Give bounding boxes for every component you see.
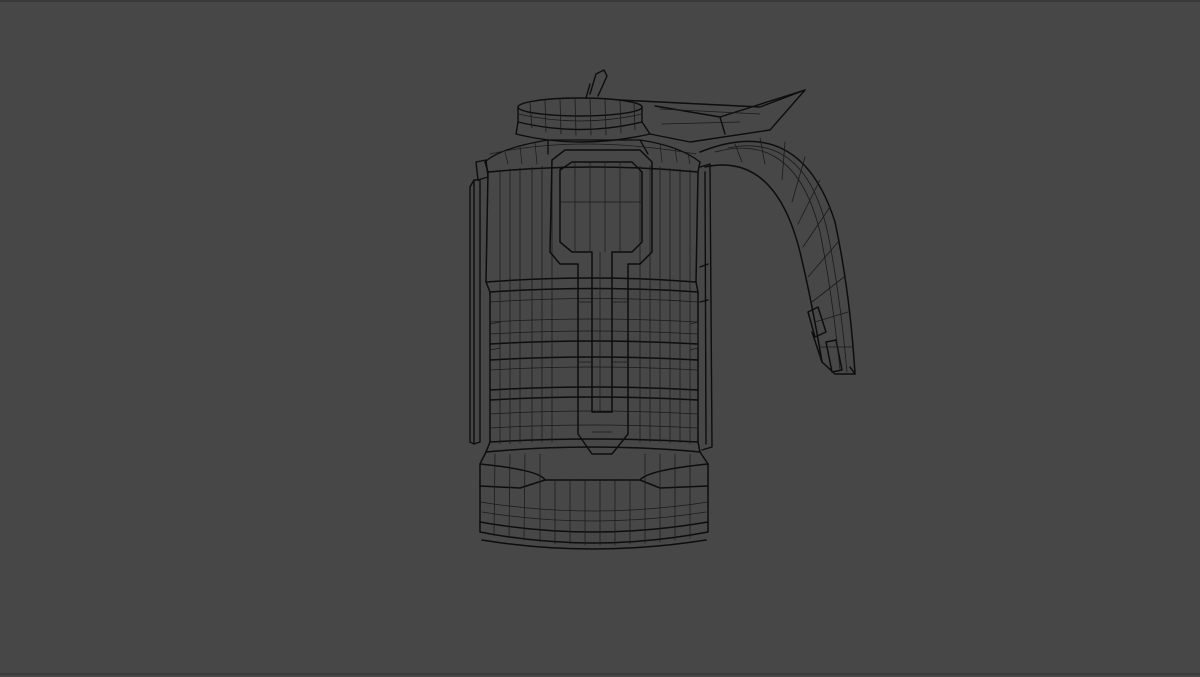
left-side-rail: [469, 159, 489, 445]
pitcher-wireframe-icon[interactable]: [0, 2, 1200, 677]
front-panel-fine: [559, 161, 643, 433]
shoulder-mesh: [484, 139, 701, 163]
lid-mesh: [515, 69, 806, 143]
front-panel: [549, 149, 653, 455]
handle-mesh-fine: [714, 137, 853, 373]
handle-mesh: [699, 140, 856, 375]
body-mesh-fine: [489, 165, 699, 445]
right-side-rail: [699, 163, 713, 451]
3d-viewport[interactable]: [0, 0, 1200, 675]
base-mesh: [479, 446, 709, 550]
